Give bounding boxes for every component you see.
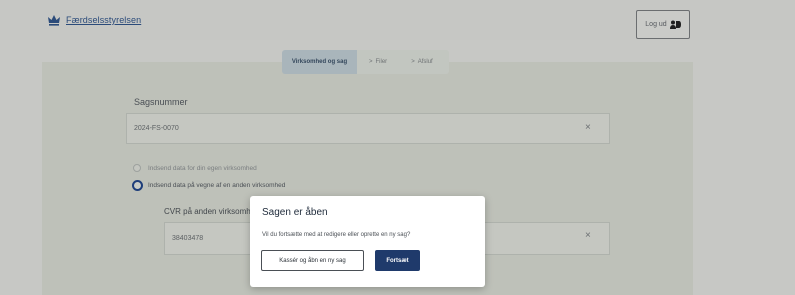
cvr-label: CVR på anden virksomhed bbox=[164, 207, 252, 216]
logout-button[interactable]: Log ud bbox=[636, 10, 690, 39]
discard-new-case-button[interactable]: Kassér og åbn en ny sag bbox=[261, 250, 364, 271]
step-label: Afsluf bbox=[417, 59, 433, 65]
radio-other-company-label[interactable]: Indsend data på vegne af en anden virkso… bbox=[148, 182, 285, 189]
dialog-title: Sagen er åben bbox=[262, 207, 328, 218]
crown-icon bbox=[48, 15, 60, 26]
case-number-value: 2024-FS-0070 bbox=[134, 125, 179, 132]
chevron-right-icon: > bbox=[411, 59, 415, 65]
step-label: Virksomhed og sag bbox=[291, 59, 348, 65]
clear-icon[interactable]: × bbox=[585, 230, 591, 241]
radio-own-company[interactable] bbox=[133, 164, 141, 172]
step-files[interactable]: > Filer bbox=[357, 50, 400, 74]
radio-own-company-label[interactable]: Indsend data for din egen virksomhed bbox=[148, 165, 257, 172]
stepper: Virksomhed og sag > Filer > Afsluf bbox=[282, 50, 449, 74]
user-icon bbox=[669, 20, 681, 29]
logo-text: Færdselsstyrelsen bbox=[66, 15, 142, 25]
logout-label: Log ud bbox=[645, 21, 667, 28]
continue-button[interactable]: Fortsæt bbox=[375, 250, 420, 271]
step-label: Filer bbox=[375, 59, 388, 65]
chevron-right-icon: > bbox=[369, 59, 373, 65]
dialog-text: Vil du fortsætte med at redigere eller o… bbox=[262, 232, 411, 238]
step-company-case[interactable]: Virksomhed og sag bbox=[282, 50, 357, 74]
radio-other-company[interactable] bbox=[132, 180, 143, 191]
step-finish[interactable]: > Afsluf bbox=[399, 50, 449, 74]
cvr-value: 38403478 bbox=[172, 235, 204, 242]
logo-link[interactable]: Færdselsstyrelsen bbox=[47, 13, 141, 27]
case-number-input[interactable] bbox=[126, 113, 610, 144]
case-number-label: Sagsnummer bbox=[134, 97, 188, 107]
clear-icon[interactable]: × bbox=[585, 122, 591, 133]
